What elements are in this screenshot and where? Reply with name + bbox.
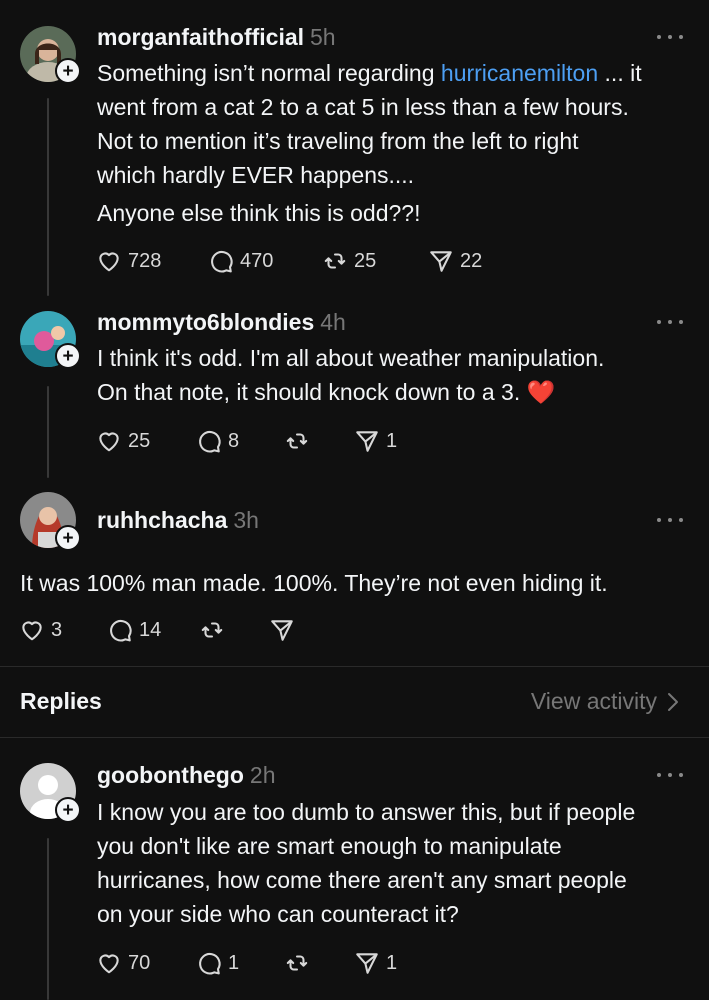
share-icon — [354, 428, 380, 454]
share-icon — [354, 950, 380, 976]
follow-plus-icon[interactable]: + — [55, 525, 81, 551]
divider — [0, 666, 709, 667]
reply-button[interactable]: 8 — [196, 428, 284, 454]
repost-icon — [322, 248, 348, 274]
heart-icon — [96, 248, 122, 274]
post-actions: 25 8 1 — [96, 428, 397, 454]
more-icon[interactable] — [657, 516, 683, 524]
post-actions: 728 470 25 22 — [96, 248, 482, 274]
red-heart-emoji: ❤️ — [526, 379, 556, 405]
replies-heading: Replies — [20, 688, 102, 714]
like-button[interactable]: 728 — [96, 248, 208, 274]
username[interactable]: mommyto6blondies 4h — [97, 309, 346, 336]
timestamp: 5h — [310, 24, 336, 50]
comment-icon — [107, 617, 133, 643]
thread-line — [47, 98, 49, 296]
follow-plus-icon[interactable]: + — [55, 343, 81, 369]
chevron-right-icon — [668, 692, 678, 711]
heart-icon — [96, 428, 122, 454]
more-icon[interactable] — [657, 771, 683, 779]
post-text: It was 100% man made. 100%. They’re not … — [20, 570, 608, 596]
comment-icon — [208, 248, 234, 274]
repost-button[interactable] — [284, 950, 354, 976]
thread-line — [47, 386, 49, 478]
repost-button[interactable] — [284, 428, 354, 454]
post-actions: 70 1 1 — [96, 950, 397, 976]
repost-button[interactable] — [199, 617, 269, 643]
divider — [0, 737, 709, 738]
follow-plus-icon[interactable]: + — [55, 797, 81, 823]
reply-button[interactable]: 470 — [208, 248, 322, 274]
hashtag-link[interactable]: hurricanemilton — [441, 60, 598, 86]
follow-plus-icon[interactable]: + — [55, 58, 81, 84]
post-text: Something isn’t normal regarding hurrica… — [97, 60, 642, 226]
username[interactable]: ruhhchacha 3h — [97, 507, 259, 534]
reply-button[interactable]: 14 — [107, 617, 199, 643]
like-button[interactable]: 3 — [19, 617, 107, 643]
more-icon[interactable] — [657, 318, 683, 326]
repost-icon — [284, 950, 310, 976]
thread-line — [47, 838, 49, 1000]
share-icon — [269, 617, 295, 643]
timestamp: 4h — [320, 309, 346, 335]
like-button[interactable]: 70 — [96, 950, 196, 976]
username[interactable]: morganfaithofficial 5h — [97, 24, 336, 51]
view-activity-link[interactable]: View activity — [531, 688, 679, 715]
reply-button[interactable]: 1 — [196, 950, 284, 976]
post-text: I think it's odd. I'm all about weather … — [97, 345, 605, 405]
post-morganfaithofficial: + morganfaithofficial 5h Something isn’t … — [0, 0, 709, 300]
username[interactable]: goobonthego 2h — [97, 762, 276, 789]
comment-icon — [196, 950, 222, 976]
share-button[interactable]: 1 — [354, 428, 397, 454]
repost-button[interactable]: 25 — [322, 248, 428, 274]
heart-icon — [19, 617, 45, 643]
post-actions: 3 14 — [19, 617, 301, 643]
post-text: I know you are too dumb to answer this, … — [97, 799, 636, 927]
repost-icon — [199, 617, 225, 643]
share-button[interactable]: 22 — [428, 248, 482, 274]
timestamp: 2h — [249, 762, 276, 788]
timestamp: 3h — [233, 507, 259, 533]
like-button[interactable]: 25 — [96, 428, 196, 454]
heart-icon — [96, 950, 122, 976]
share-button[interactable]: 1 — [354, 950, 397, 976]
share-button[interactable] — [269, 617, 301, 643]
more-icon[interactable] — [657, 33, 683, 41]
comment-icon — [196, 428, 222, 454]
share-icon — [428, 248, 454, 274]
repost-icon — [284, 428, 310, 454]
